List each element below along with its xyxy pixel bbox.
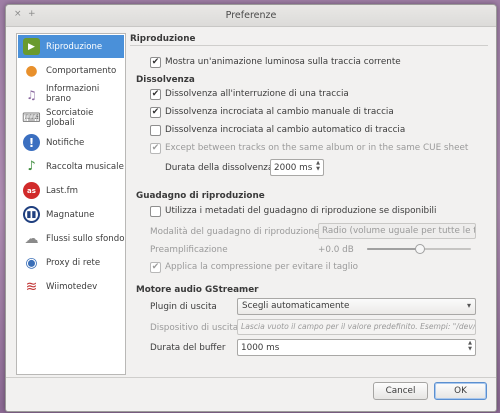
sidebar-item-label: Magnatune <box>46 210 95 220</box>
title-bar: × + Preferenze <box>6 5 496 27</box>
sidebar-item-label: Comportamento <box>46 66 117 76</box>
sidebar-item-magnatune[interactable]: ▮▮ Magnatune <box>18 203 124 226</box>
preamp-slider-handle[interactable] <box>415 244 425 254</box>
except-same-album-label: Except between tracks on the same album … <box>165 143 469 153</box>
compression-checkbox[interactable]: ✔ <box>150 262 161 273</box>
page-title: Riproduzione <box>130 34 196 44</box>
magnatune-icon: ▮▮ <box>23 206 40 223</box>
play-icon: ▶ <box>23 38 40 55</box>
fade-duration-spin-arrows[interactable]: ▲ ▼ <box>314 160 322 172</box>
sidebar-item-lastfm[interactable]: as Last.fm <box>18 179 124 202</box>
animation-checkbox[interactable]: ✔ <box>150 57 161 68</box>
sidebar-item-informazioni-brano[interactable]: ♫ Informazioni brano <box>18 83 124 106</box>
gain-mode-label: Modalità del guadagno di riproduzione <box>150 227 320 237</box>
settings-panel: Riproduzione ✔ Mostra un'animazione lumi… <box>130 33 490 378</box>
sidebar-item-label: Flussi sullo sfondo <box>46 234 125 244</box>
ok-button[interactable]: OK <box>434 382 487 400</box>
buffer-duration-spin-arrows[interactable]: ▲ ▼ <box>466 340 474 352</box>
sidebar-item-wiimotedev[interactable]: ≋ Wiimotedev <box>18 275 124 298</box>
cloud-icon: ☁ <box>24 230 39 247</box>
wiimote-icon: ≋ <box>25 278 38 295</box>
sidebar-item-scorciatoie-globali[interactable]: ⌨ Scorciatoie globali <box>18 107 124 130</box>
sidebar-item-label: Informazioni brano <box>46 84 100 104</box>
song-info-icon: ♫ <box>26 87 37 102</box>
output-plugin-value: Scegli automaticamente <box>242 301 350 311</box>
library-icon: ♪ <box>27 159 36 174</box>
sidebar-item-label: Wiimotedev <box>46 282 98 292</box>
buffer-duration-value: 1000 ms <box>241 343 280 353</box>
sidebar-item-comportamento[interactable]: ● Comportamento <box>18 59 124 82</box>
cancel-button[interactable]: Cancel <box>373 382 428 400</box>
sidebar-item-notifiche[interactable]: ! Notifiche <box>18 131 124 154</box>
fade-duration-spinbox[interactable]: 2000 ms ▲ ▼ <box>270 159 324 176</box>
sidebar-item-proxy-rete[interactable]: ◉ Proxy di rete <box>18 251 124 274</box>
spin-down-icon[interactable]: ▼ <box>314 166 322 172</box>
except-same-album-checkbox[interactable]: ✔ <box>150 143 161 154</box>
sidebar-item-label: Notifiche <box>46 138 85 148</box>
output-plugin-label: Plugin di uscita <box>150 302 217 312</box>
sidebar-item-label: Scorciatoie globali <box>46 108 94 128</box>
header-divider <box>130 45 488 46</box>
sidebar-item-label: Proxy di rete <box>46 258 101 268</box>
sidebar-item-riproduzione[interactable]: ▶ Riproduzione <box>18 35 124 58</box>
spin-down-icon[interactable]: ▼ <box>466 346 474 352</box>
gain-mode-value: Radio (volume uguale per tutte le t <box>322 226 476 236</box>
fade-on-stop-label: Dissolvenza all'interruzione di una trac… <box>165 89 349 99</box>
lastfm-icon: as <box>23 182 40 199</box>
behaviour-icon: ● <box>25 62 38 79</box>
sidebar: ▶ Riproduzione ● Comportamento ♫ Informa… <box>16 33 126 375</box>
output-device-field[interactable]: Lascia vuoto il campo per il valore pred… <box>237 319 476 335</box>
crossfade-auto-label: Dissolvenza incrociata al cambio automat… <box>165 125 406 135</box>
gain-section-title: Guadagno di riproduzione <box>136 191 265 201</box>
preferences-window: × + Preferenze ▶ Riproduzione ● Comporta… <box>5 4 497 412</box>
gain-mode-dropdown[interactable]: Radio (volume uguale per tutte le t <box>318 223 476 239</box>
fade-duration-label: Durata della dissolvenza <box>165 163 274 173</box>
sidebar-item-raccolta-musicale[interactable]: ♪ Raccolta musicale <box>18 155 124 178</box>
animation-checkbox-label: Mostra un'animazione luminosa sulla trac… <box>165 57 401 67</box>
replaygain-metadata-label: Utilizza i metadati del guadagno di ripr… <box>165 206 437 216</box>
buffer-duration-label: Durata del buffer <box>150 343 226 353</box>
sidebar-item-label: Raccolta musicale <box>46 162 124 172</box>
replaygain-metadata-checkbox[interactable] <box>150 206 161 217</box>
notification-icon: ! <box>23 134 40 151</box>
preamp-label: Preamplificazione <box>150 245 228 255</box>
engine-section-title: Motore audio GStreamer <box>136 285 259 295</box>
output-device-placeholder: Lascia vuoto il campo per il valore pred… <box>241 322 476 331</box>
crossfade-manual-label: Dissolvenza incrociata al cambio manuale… <box>165 107 394 117</box>
fade-duration-value: 2000 ms <box>274 163 313 173</box>
fade-section-title: Dissolvenza <box>136 75 195 85</box>
sidebar-item-label: Last.fm <box>46 186 79 196</box>
footer-divider <box>6 377 496 378</box>
window-title: Preferenze <box>225 10 277 21</box>
compression-label: Applica la compressione per evitare il t… <box>165 262 359 272</box>
sidebar-item-flussi-sfondo[interactable]: ☁ Flussi sullo sfondo <box>18 227 125 250</box>
preamp-value: +0.0 dB <box>318 245 354 255</box>
globe-icon: ◉ <box>25 254 38 271</box>
preamp-slider-fill <box>367 248 419 250</box>
buffer-duration-spinbox[interactable]: 1000 ms ▲ ▼ <box>237 339 476 356</box>
crossfade-auto-checkbox[interactable] <box>150 125 161 136</box>
output-device-label: Dispositivo di uscita <box>150 323 239 333</box>
chevron-down-icon: ▾ <box>466 301 471 310</box>
fade-on-stop-checkbox[interactable]: ✔ <box>150 89 161 100</box>
keyboard-icon: ⌨ <box>22 111 41 126</box>
sidebar-item-label: Riproduzione <box>46 42 103 52</box>
output-plugin-dropdown[interactable]: Scegli automaticamente ▾ <box>237 298 476 315</box>
crossfade-manual-checkbox[interactable]: ✔ <box>150 107 161 118</box>
